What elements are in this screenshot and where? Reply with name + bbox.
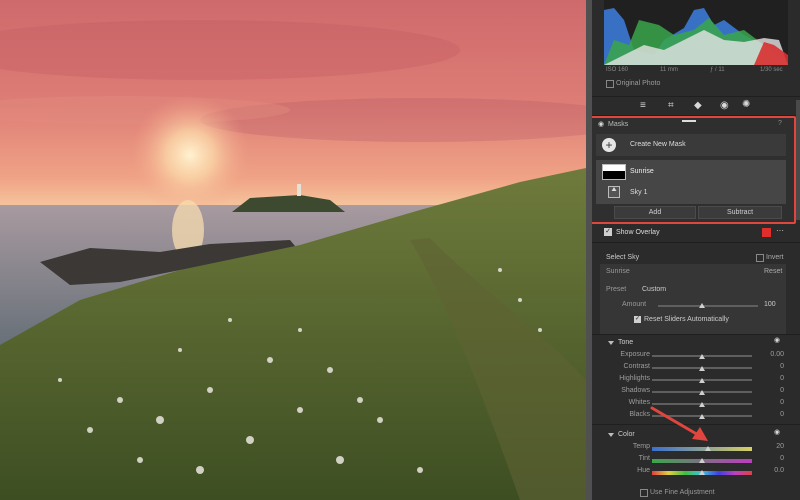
color-thumb-temp[interactable] (705, 446, 711, 451)
landscape-photo (0, 0, 590, 500)
tone-eye-icon[interactable]: ◉ (774, 336, 780, 344)
amount-value: 100 (764, 301, 776, 308)
heal-icon[interactable]: ◆ (694, 100, 702, 111)
photo-canvas[interactable] (0, 0, 590, 500)
tone-thumb-contrast[interactable] (699, 366, 705, 371)
develop-panel: ISO 160 11 mm ƒ / 11 1/30 sec Original P… (592, 0, 800, 500)
show-overlay-label: Show Overlay (616, 229, 660, 236)
crop-icon[interactable]: ⌗ (668, 100, 674, 111)
fine-adjust-label: Use Fine Adjustment (650, 489, 715, 496)
mask-name: Sunrise (606, 268, 630, 275)
more-options-icon[interactable]: ··· (776, 226, 784, 235)
mask-icon[interactable]: ✺ (742, 99, 750, 110)
shutter-value: 1/30 sec (760, 67, 783, 73)
tone-collapse-icon[interactable] (608, 341, 614, 345)
sky-mask-icon[interactable]: ⛰ (608, 186, 620, 198)
tone-thumb-whites[interactable] (699, 402, 705, 407)
subtract-button-label: Subtract (726, 209, 754, 216)
color-value-hue: 0.0 (774, 467, 784, 474)
tone-label-exposure: Exposure (620, 351, 650, 358)
subtract-button[interactable]: Subtract (698, 206, 782, 219)
help-icon[interactable]: ? (778, 120, 782, 127)
add-button-label: Add (648, 209, 662, 216)
preset-label: Preset (606, 286, 627, 293)
tone-label-whites: Whites (628, 399, 650, 406)
color-label-hue: Hue (637, 467, 650, 474)
invert-checkbox[interactable] (756, 254, 764, 262)
tone-value-contrast: 0 (780, 363, 784, 370)
color-collapse-icon[interactable] (608, 433, 614, 437)
color-thumb-tint[interactable] (699, 458, 705, 463)
invert-label: Invert (766, 254, 784, 261)
panel-scrollbar[interactable] (796, 100, 800, 220)
reset-button[interactable]: Reset (764, 268, 782, 275)
create-new-mask-label: Create New Mask (630, 141, 686, 148)
preset-select[interactable]: Custom (642, 286, 666, 293)
panel-grip[interactable] (682, 120, 696, 122)
tone-value-shadows: 0 (780, 387, 784, 394)
color-thumb-hue[interactable] (699, 470, 705, 475)
mask-item-sunrise[interactable]: Sunrise (630, 168, 654, 175)
plus-icon[interactable]: + (602, 138, 616, 152)
tone-thumb-shadows[interactable] (699, 390, 705, 395)
show-overlay-checkbox[interactable]: ✓ (604, 228, 612, 236)
masks-panel: ◉ Masks ? + Create New Mask Sunrise ⛰ Sk… (592, 116, 796, 224)
masks-title: Masks (608, 121, 629, 128)
original-photo-label: Original Photo (616, 80, 661, 87)
iso-value: ISO 160 (606, 67, 629, 73)
overlay-color-swatch[interactable] (762, 228, 771, 237)
add-button[interactable]: Add (614, 206, 696, 219)
color-eye-icon[interactable]: ◉ (774, 428, 780, 436)
tone-thumb-blacks[interactable] (699, 414, 705, 419)
mask-list: Sunrise ⛰ Sky 1 (596, 160, 786, 204)
sliders-icon[interactable]: ≡ (640, 100, 646, 111)
redeye-icon[interactable]: ◉ (720, 100, 729, 111)
sky-settings: Sunrise Reset Preset Custom Amount 100 ✓… (600, 264, 786, 334)
color-value-temp: 20 (776, 443, 784, 450)
tone-value-highlights: 0 (780, 375, 784, 382)
reset-sliders-checkbox[interactable]: ✓ (634, 316, 641, 323)
select-sky-label: Select Sky (606, 254, 640, 261)
color-label-temp: Temp (632, 443, 650, 450)
color-slider-temp[interactable] (652, 447, 752, 451)
tone-label-contrast: Contrast (623, 363, 650, 370)
tone-label-highlights: Highlights (619, 375, 650, 382)
color-title: Color (618, 431, 635, 438)
tone-value-exposure: 0.00 (770, 351, 784, 358)
amount-slider[interactable] (658, 305, 758, 307)
eye-icon[interactable]: ◉ (598, 120, 604, 128)
tone-value-blacks: 0 (780, 411, 784, 418)
aperture-value: ƒ / 11 (710, 67, 725, 73)
tone-label-blacks: Blacks (629, 411, 650, 418)
tone-title: Tone (618, 339, 634, 346)
original-photo-checkbox[interactable] (606, 80, 614, 88)
reset-sliders-label: Reset Sliders Automatically (644, 316, 729, 323)
amount-label: Amount (622, 301, 647, 308)
fine-adjust-checkbox[interactable] (640, 489, 648, 497)
tone-label-shadows: Shadows (621, 387, 650, 394)
mask-thumbnail[interactable] (602, 164, 626, 180)
amount-slider-thumb[interactable] (699, 303, 705, 308)
tone-thumb-highlights[interactable] (699, 378, 705, 383)
tone-value-whites: 0 (780, 399, 784, 406)
mask-item-sky1[interactable]: Sky 1 (630, 189, 648, 196)
color-value-tint: 0 (780, 455, 784, 462)
histogram (604, 0, 788, 65)
color-label-tint: Tint (638, 455, 650, 462)
focal-length: 11 mm (660, 67, 678, 73)
create-new-mask-row[interactable]: + Create New Mask (596, 134, 786, 156)
tone-thumb-exposure[interactable] (699, 354, 705, 359)
